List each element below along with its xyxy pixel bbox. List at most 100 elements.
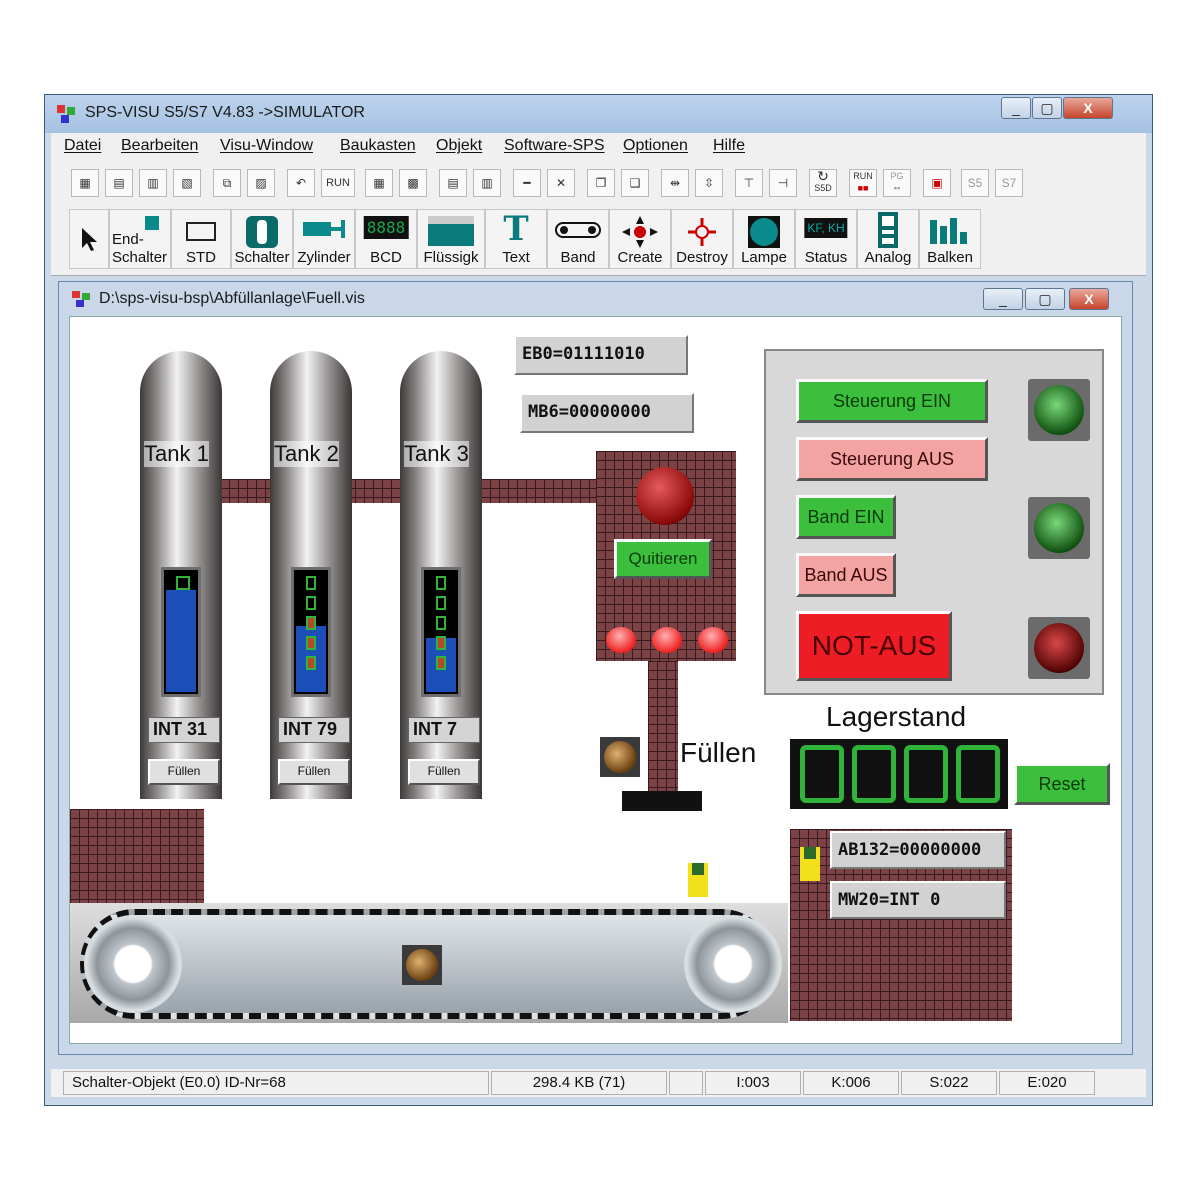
band-ein-button[interactable]: Band EIN	[796, 495, 896, 539]
status-display-icon: KF, KH	[804, 218, 848, 238]
balken-label: Balken	[927, 249, 973, 266]
not-aus-button[interactable]: NOT-AUS	[796, 611, 952, 681]
pg-label: PG	[890, 171, 904, 181]
balken-tool[interactable]: Balken	[919, 209, 981, 269]
fluessigk-tool[interactable]: Flüssigk	[417, 209, 485, 269]
tank-1-fill-button[interactable]: Füllen	[148, 759, 220, 785]
conveyor-roller-right	[684, 915, 782, 1013]
destroy-tool[interactable]: Destroy	[671, 209, 733, 269]
run-button[interactable]: RUN	[321, 169, 355, 197]
s7-button[interactable]: S7	[995, 169, 1023, 197]
run-mode-button[interactable]: RUN ■■	[849, 169, 877, 197]
vspace-icon[interactable]: ⇳	[695, 169, 723, 197]
menu-hilfe[interactable]: Hilfe	[713, 137, 745, 155]
visu-window: D:\sps-visu-bsp\Abfüllanlage\Fuell.vis _…	[58, 281, 1133, 1055]
nozzle-3	[698, 627, 728, 653]
filling-head	[622, 791, 702, 811]
list2-icon[interactable]: ▥	[473, 169, 501, 197]
register-mb6: MB6=00000000	[520, 393, 694, 433]
s5d-label: S5D	[814, 183, 832, 193]
analog-tool[interactable]: Analog	[857, 209, 919, 269]
front-icon[interactable]: ❐	[587, 169, 615, 197]
status-k: K:006	[803, 1071, 899, 1095]
window-title: SPS-VISU S5/S7 V4.83 ->SIMULATOR	[85, 104, 365, 121]
tank-1-level	[166, 590, 196, 692]
list-icon[interactable]: ▤	[439, 169, 467, 197]
title-bar[interactable]: SPS-VISU S5/S7 V4.83 ->SIMULATOR _ ▢ X	[45, 95, 1152, 133]
menu-bearbeiten[interactable]: Bearbeiten	[121, 137, 198, 155]
tank-3-fill-button[interactable]: Füllen	[408, 759, 480, 785]
align-left-icon[interactable]: ⊣	[769, 169, 797, 197]
steuerung-ein-button[interactable]: Steuerung EIN	[796, 379, 988, 423]
align-icon[interactable]: ▩	[399, 169, 427, 197]
tank-3-leds	[436, 576, 446, 670]
text-tool[interactable]: T Text	[485, 209, 547, 269]
tank-2-fill-button[interactable]: Füllen	[278, 759, 350, 785]
status-bar: Schalter-Objekt (E0.0) ID-Nr=68 298.4 KB…	[51, 1069, 1146, 1097]
create-tool[interactable]: Create	[609, 209, 671, 269]
digit-2	[852, 745, 896, 803]
status-tool[interactable]: KF, KH Status	[795, 209, 857, 269]
new-icon[interactable]: ▦	[71, 169, 99, 197]
register-mw20: MW20=INT 0	[830, 881, 1006, 919]
bcd-tool[interactable]: 8888 BCD	[355, 209, 417, 269]
refresh-icon: ↻	[817, 168, 829, 184]
pg-button[interactable]: PG ▪▪	[883, 169, 911, 197]
inner-maximize-button[interactable]: ▢	[1025, 288, 1065, 310]
minimize-button[interactable]: _	[1001, 97, 1031, 119]
hspace-icon[interactable]: ⇹	[661, 169, 689, 197]
conveyor-roller-left	[84, 915, 182, 1013]
menu-baukasten[interactable]: Baukasten	[340, 137, 416, 155]
endschalter-label-1: End-	[112, 231, 144, 248]
menu-visu-window[interactable]: Visu-Window	[220, 137, 313, 155]
s5-button[interactable]: S5	[961, 169, 989, 197]
std-label: STD	[186, 249, 216, 266]
create-icon	[622, 216, 658, 248]
menu-software-sps[interactable]: Software-SPS	[504, 137, 604, 155]
text-icon: T	[503, 209, 529, 249]
inner-close-button[interactable]: X	[1069, 288, 1109, 310]
bcd-label: BCD	[370, 249, 402, 266]
back-icon[interactable]: ❏	[621, 169, 649, 197]
save-icon[interactable]: ▥	[139, 169, 167, 197]
alarm-lamp	[636, 467, 694, 525]
copy-icon[interactable]: ⧉	[213, 169, 241, 197]
hline-icon[interactable]: ━	[513, 169, 541, 197]
align-top-icon[interactable]: ⊤	[735, 169, 763, 197]
object-toolbar: End- Schalter STD Schalter Zylinder 8888…	[51, 203, 1146, 276]
band-aus-button[interactable]: Band AUS	[796, 553, 896, 597]
grid-icon[interactable]: ▦	[365, 169, 393, 197]
fluessigk-label: Flüssigk	[423, 249, 479, 266]
s5d-button[interactable]: ↻ S5D	[809, 169, 837, 197]
register-ab132: AB132=00000000	[830, 831, 1006, 869]
analog-label: Analog	[864, 249, 912, 266]
std-tool[interactable]: STD	[171, 209, 231, 269]
band-tool[interactable]: Band	[547, 209, 609, 269]
open-icon[interactable]: ▤	[105, 169, 133, 197]
lagerstand-title: Lagerstand	[826, 701, 967, 732]
select-tool[interactable]	[69, 209, 109, 269]
center-icon[interactable]: ✕	[547, 169, 575, 197]
plc-icon[interactable]: ▣	[923, 169, 951, 197]
analog-icon	[878, 212, 898, 248]
schalter-tool[interactable]: Schalter	[231, 209, 293, 269]
close-button[interactable]: X	[1063, 97, 1113, 119]
lampe-tool[interactable]: Lampe	[733, 209, 795, 269]
inner-minimize-button[interactable]: _	[983, 288, 1023, 310]
paste-icon[interactable]: ▨	[247, 169, 275, 197]
menu-datei[interactable]: Datei	[64, 137, 101, 155]
maximize-button[interactable]: ▢	[1032, 97, 1062, 119]
inner-close-icon: X	[1084, 291, 1094, 307]
menu-objekt[interactable]: Objekt	[436, 137, 482, 155]
steuerung-aus-button[interactable]: Steuerung AUS	[796, 437, 988, 481]
undo-icon[interactable]: ↶	[287, 169, 315, 197]
endschalter-tool[interactable]: End- Schalter	[109, 209, 171, 269]
light-sensor	[688, 863, 708, 897]
quit-button[interactable]: Quitieren	[614, 539, 712, 579]
zylinder-tool[interactable]: Zylinder	[293, 209, 355, 269]
print-icon[interactable]: ▧	[173, 169, 201, 197]
tank-2-int: INT 79	[278, 717, 350, 743]
menu-optionen[interactable]: Optionen	[623, 137, 688, 155]
tank-3-int: INT 7	[408, 717, 480, 743]
reset-button[interactable]: Reset	[1014, 763, 1110, 805]
